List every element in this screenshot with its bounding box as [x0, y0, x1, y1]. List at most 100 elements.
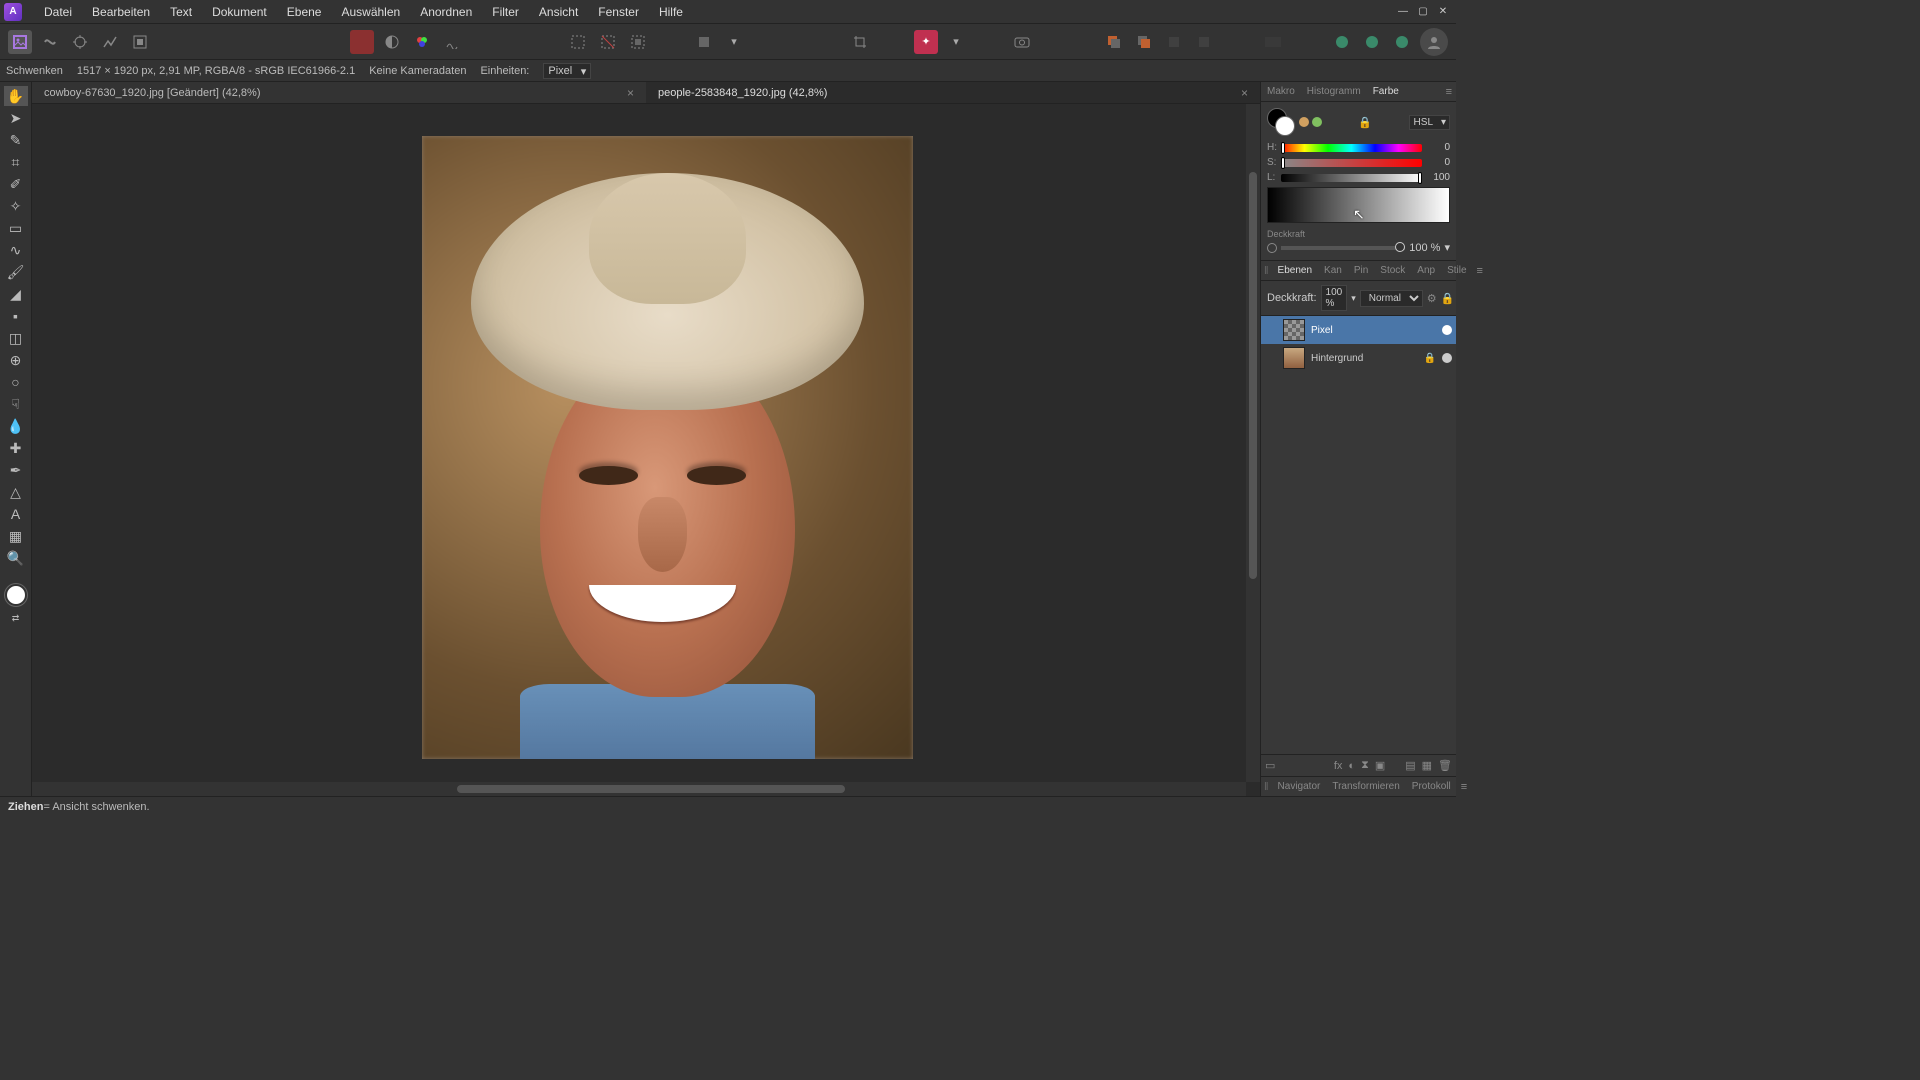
opacity-dropdown-icon[interactable]: ▾ [1444, 241, 1450, 254]
dodge-tool-icon[interactable]: ○ [4, 372, 28, 392]
tab-protokoll[interactable]: Protokoll [1406, 781, 1457, 792]
close-button[interactable]: ✕ [1434, 5, 1452, 19]
horizontal-scrollbar[interactable] [32, 782, 1246, 796]
pixel-tool-icon[interactable]: ▪ [4, 306, 28, 326]
close-icon[interactable]: × [1241, 86, 1248, 100]
menu-dokument[interactable]: Dokument [202, 5, 277, 19]
cloud-2-icon[interactable] [1360, 30, 1384, 54]
layer-pixel[interactable]: Pixel [1261, 316, 1456, 344]
dropdown-icon[interactable]: ▾ [722, 30, 746, 54]
layer-name[interactable]: Pixel [1311, 325, 1436, 336]
menu-text[interactable]: Text [160, 5, 202, 19]
swap-color-icon[interactable]: ⇄ [4, 608, 28, 628]
fill-tool-icon[interactable]: ◢ [4, 284, 28, 304]
selection-brush-tool-icon[interactable]: ✐ [4, 174, 28, 194]
assistant-icon[interactable]: ✦ [914, 30, 938, 54]
tab-histogramm[interactable]: Histogramm [1301, 86, 1367, 97]
insert-target-icon[interactable] [1258, 30, 1288, 54]
pen-tool-icon[interactable]: ✒ [4, 460, 28, 480]
menu-fenster[interactable]: Fenster [588, 5, 649, 19]
invert-selection-icon[interactable] [626, 30, 650, 54]
sat-value[interactable]: 0 [1426, 157, 1450, 168]
move-tool-icon[interactable]: ➤ [4, 108, 28, 128]
close-icon[interactable]: × [627, 86, 634, 100]
tab-ebenen[interactable]: Ebenen [1272, 265, 1318, 276]
menu-ebene[interactable]: Ebene [277, 5, 332, 19]
tab-makro[interactable]: Makro [1261, 86, 1301, 97]
arrange-3-icon[interactable] [1162, 30, 1186, 54]
zoom-tool-icon[interactable]: 🔍 [4, 548, 28, 568]
color-picker-tool-icon[interactable]: ✎ [4, 130, 28, 150]
layer-lock-icon[interactable]: 🔒 [1441, 292, 1455, 305]
select-all-icon[interactable] [566, 30, 590, 54]
recent-color-1-icon[interactable] [1299, 117, 1309, 127]
menu-filter[interactable]: Filter [482, 5, 529, 19]
tab-kan[interactable]: Kan [1318, 265, 1348, 276]
autolevels-icon[interactable] [350, 30, 374, 54]
opacity-dropdown-icon[interactable]: ▾ [1351, 293, 1356, 304]
layer-hintergrund[interactable]: Hintergrund 🔒 [1261, 344, 1456, 372]
tab-cowboy[interactable]: cowboy-67630_1920.jpg [Geändert] (42,8%)… [32, 82, 646, 103]
visibility-icon[interactable] [1442, 325, 1452, 335]
vertical-scrollbar[interactable] [1246, 104, 1260, 782]
tone-persona-icon[interactable] [98, 30, 122, 54]
opacity-value[interactable]: 100 % [1409, 242, 1440, 254]
add-pixel-layer-icon[interactable]: ▦ [1422, 759, 1432, 772]
menu-bearbeiten[interactable]: Bearbeiten [82, 5, 160, 19]
flood-select-tool-icon[interactable]: ✧ [4, 196, 28, 216]
color-mode-select[interactable]: HSL [1409, 115, 1450, 130]
panel-menu-icon[interactable]: ≡ [1442, 86, 1456, 98]
menu-anordnen[interactable]: Anordnen [410, 5, 482, 19]
tab-navigator[interactable]: Navigator [1272, 781, 1327, 792]
blur-tool-icon[interactable]: 💧 [4, 416, 28, 436]
photo-persona-icon[interactable] [8, 30, 32, 54]
delete-layer-icon[interactable]: 🗑 [1438, 759, 1452, 772]
deselect-icon[interactable] [596, 30, 620, 54]
add-layer-icon[interactable]: ▤ [1405, 759, 1415, 772]
color-swatch-icon[interactable] [5, 584, 27, 606]
autocolor-icon[interactable] [410, 30, 434, 54]
cloud-1-icon[interactable] [1330, 30, 1354, 54]
lig-slider[interactable] [1281, 174, 1422, 182]
text-tool-icon[interactable]: A [4, 504, 28, 524]
assistant-dropdown-icon[interactable]: ▾ [944, 30, 968, 54]
tab-stock[interactable]: Stock [1374, 265, 1411, 276]
marquee-tool-icon[interactable]: ▭ [4, 218, 28, 238]
arrange-front-icon[interactable] [1132, 30, 1156, 54]
tab-farbe[interactable]: Farbe [1367, 86, 1405, 97]
lock-icon[interactable]: 🔒 [1358, 116, 1372, 129]
develop-persona-icon[interactable] [68, 30, 92, 54]
erase-tool-icon[interactable]: ◫ [4, 328, 28, 348]
layer-settings-icon[interactable]: ⚙ [1427, 292, 1437, 305]
minimize-button[interactable]: — [1394, 5, 1412, 19]
hand-tool-icon[interactable]: ✋ [4, 86, 28, 106]
export-persona-icon[interactable] [128, 30, 152, 54]
sat-slider[interactable] [1281, 159, 1422, 167]
freehand-tool-icon[interactable]: ∿ [4, 240, 28, 260]
maximize-button[interactable]: ▢ [1414, 5, 1432, 19]
panel-menu-icon[interactable]: ≡ [1473, 265, 1487, 277]
lock-icon[interactable]: 🔒 [1424, 353, 1436, 364]
mesh-tool-icon[interactable]: ▦ [4, 526, 28, 546]
account-icon[interactable] [1420, 28, 1448, 56]
gradient-preview[interactable]: ↖ [1267, 187, 1450, 223]
arrange-4-icon[interactable] [1192, 30, 1216, 54]
group-icon[interactable]: ▣ [1375, 759, 1385, 772]
opacity-slider[interactable] [1281, 246, 1405, 250]
shape-tool-icon[interactable]: △ [4, 482, 28, 502]
clone-tool-icon[interactable]: ⊕ [4, 350, 28, 370]
quickmask-icon[interactable] [692, 30, 716, 54]
menu-ansicht[interactable]: Ansicht [529, 5, 588, 19]
smudge-tool-icon[interactable]: ☟ [4, 394, 28, 414]
tab-stile[interactable]: Stile [1441, 265, 1472, 276]
tab-people[interactable]: people-2583848_1920.jpg (42,8%) × [646, 82, 1260, 103]
liquify-persona-icon[interactable] [38, 30, 62, 54]
collapse-icon[interactable]: ‖ [1261, 265, 1272, 277]
arrange-back-icon[interactable] [1102, 30, 1126, 54]
collapse-icon[interactable]: ‖ [1261, 781, 1272, 793]
autocontrast-icon[interactable] [380, 30, 404, 54]
recent-color-2-icon[interactable] [1312, 117, 1322, 127]
lig-value[interactable]: 100 [1426, 172, 1450, 183]
healing-tool-icon[interactable]: ✚ [4, 438, 28, 458]
crop-toggle-icon[interactable] [848, 30, 872, 54]
